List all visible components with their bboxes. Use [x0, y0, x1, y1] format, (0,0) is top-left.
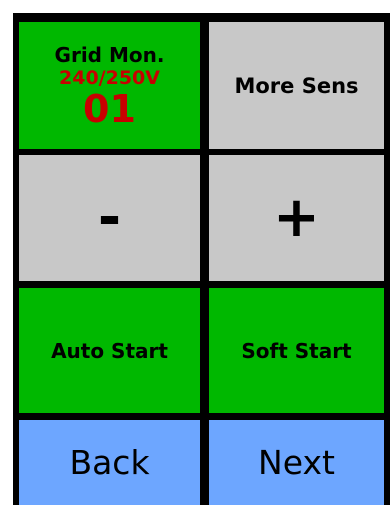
next-button[interactable]: Next	[209, 420, 384, 505]
auto-start-button[interactable]: Auto Start	[19, 288, 200, 413]
back-button[interactable]: Back	[19, 420, 200, 505]
control-panel: Grid Mon. 240/250V 01 More Sens - + Auto…	[13, 13, 390, 505]
increase-button[interactable]: +	[209, 155, 384, 281]
grid-monitor-tile[interactable]: Grid Mon. 240/250V 01	[19, 22, 200, 149]
more-sens-button[interactable]: More Sens	[209, 22, 384, 149]
decrease-button[interactable]: -	[19, 155, 200, 281]
grid-monitor-voltage: 240/250V	[59, 66, 160, 89]
grid-monitor-title: Grid Mon.	[54, 42, 165, 67]
soft-start-button[interactable]: Soft Start	[209, 288, 384, 413]
grid-monitor-value: 01	[83, 86, 136, 131]
